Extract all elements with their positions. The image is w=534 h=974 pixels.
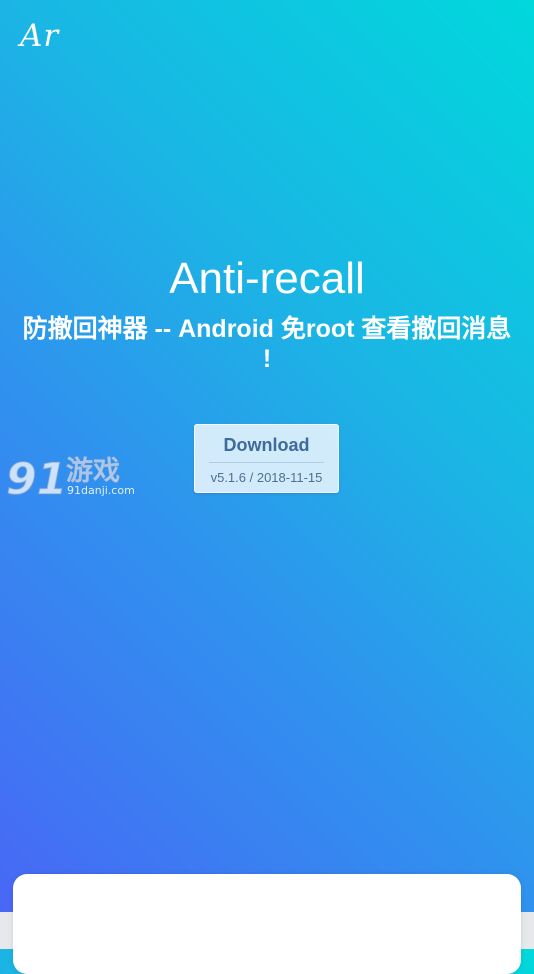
site-watermark-logo: 91 游戏 91danji.com [5,453,135,500]
page-subtitle: 防撤回神器 -- Android 免root 查看撤回消息 ! [22,315,512,373]
download-button[interactable]: Download v5.1.6 / 2018-11-15 [194,424,339,493]
content-card [13,874,521,974]
watermark-domain: 91danji.com [67,484,135,497]
app-logo[interactable]: Ar [20,18,59,54]
watermark-brand: 游戏 [66,456,120,487]
download-version: v5.1.6 / 2018-11-15 [210,470,323,485]
hero-section: Anti-recall 防撤回神器 -- Android 免root 查看撤回消… [0,250,534,374]
download-label: Download [209,435,324,463]
page-title: Anti-recall [169,254,365,303]
watermark-number: 91 [6,454,67,500]
